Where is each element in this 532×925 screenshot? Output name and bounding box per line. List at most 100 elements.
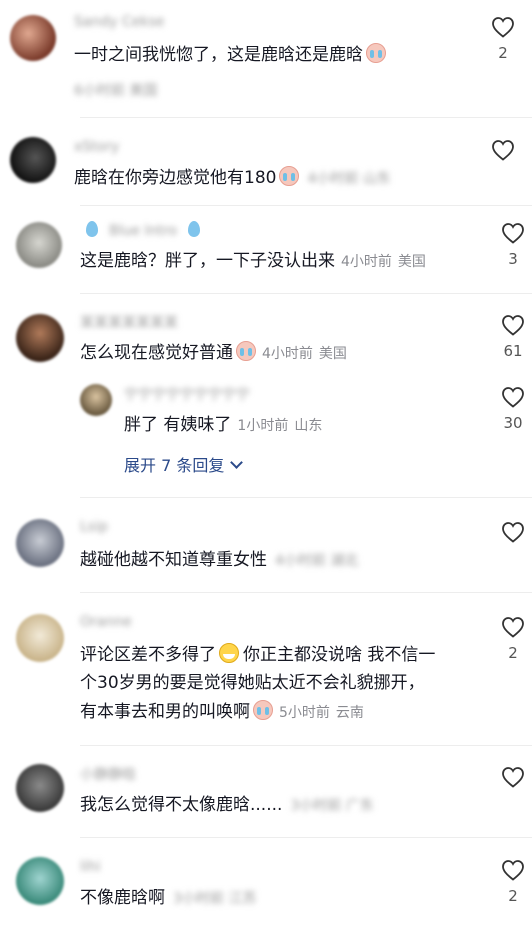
expand-label: 展开 7 条回复: [124, 456, 225, 475]
comment-8: lihi 不像鹿晗啊 3小时前 江苏 2: [0, 845, 532, 925]
heart-outline-icon: [492, 140, 514, 161]
like-count: 2: [498, 44, 508, 62]
crying-emoji-icon: [236, 341, 256, 361]
comment-body: 我怎么觉得不太像鹿晗......: [80, 795, 283, 815]
comment-text: 我怎么觉得不太像鹿晗...... 3小时前 广东: [80, 792, 374, 820]
crying-emoji-icon: [253, 700, 273, 720]
chevron-down-icon: [230, 456, 244, 469]
divider: [80, 205, 532, 206]
username-row: Blue Intro: [86, 220, 201, 239]
username[interactable]: xStory: [74, 139, 119, 155]
avatar[interactable]: [10, 15, 56, 61]
username[interactable]: Lsip: [80, 519, 108, 535]
droplet-icon: [86, 221, 98, 237]
comment-location: 云南: [335, 705, 364, 721]
like-button[interactable]: 61: [493, 314, 532, 360]
like-count: 30: [503, 414, 523, 432]
heart-outline-icon: [502, 387, 524, 408]
comment-text-line-1: 评论区差不多得了 你正主都没说啥 我不信一: [80, 642, 435, 669]
comment-3: Blue Intro 这是鹿晗？胖了，一下子没认出来 4小时前 美国 3: [0, 208, 532, 293]
reply-username[interactable]: 宁宁宁宁宁宁宁宁宁: [124, 384, 250, 404]
divider: [80, 592, 532, 593]
username[interactable]: Sandy Cekse: [74, 14, 164, 30]
reply-text: 胖了 有姨味了 1小时前 山东: [124, 412, 322, 440]
like-count: 61: [503, 342, 523, 360]
comment-location: 美国: [397, 254, 426, 270]
comment-text: 这是鹿晗？胖了，一下子没认出来 4小时前 美国: [80, 248, 426, 276]
crying-emoji-icon: [366, 43, 386, 63]
avatar[interactable]: [10, 137, 56, 183]
comment-7: 小静静晗 我怎么觉得不太像鹿晗...... 3小时前 广东: [0, 752, 532, 837]
comment-2: xStory 鹿晗在你旁边感觉他有180 4小时前 山东: [0, 125, 532, 205]
like-count: 2: [508, 644, 518, 662]
comment-text-line-3: 有本事去和男的叫唤啊 5小时前 云南: [80, 699, 364, 727]
avatar[interactable]: [16, 314, 64, 362]
comment-text: 不像鹿晗啊 3小时前 江苏: [80, 885, 256, 913]
comment-meta: 4小时前 山东: [307, 171, 391, 187]
comment-body: 评论区差不多得了: [80, 645, 216, 665]
username[interactable]: Oranne: [80, 614, 132, 630]
comment-body: 有本事去和男的叫唤啊: [80, 702, 250, 722]
comment-body: 一时之间我恍惚了，这是鹿晗还是鹿晗: [74, 45, 363, 65]
comment-meta: 3小时前 广东: [290, 798, 374, 814]
comment-4: 某某某某某某某 怎么现在感觉好普通 4小时前 美国 61 宁宁宁宁宁宁宁宁宁 胖了 …: [0, 300, 532, 495]
heart-outline-icon: [502, 617, 524, 638]
username[interactable]: lihi: [80, 859, 101, 875]
comment-meta: 4小时前 湖北: [275, 553, 359, 569]
comment-text: 越碰他越不知道尊重女性 4小时前 湖北: [80, 547, 358, 575]
username[interactable]: 小静静晗: [80, 764, 136, 784]
divider: [80, 293, 532, 294]
reply-like-button[interactable]: 30: [493, 386, 532, 432]
comment-body: 你正主都没说啥 我不信一: [243, 645, 436, 665]
droplet-icon: [188, 221, 201, 237]
heart-outline-icon: [492, 17, 514, 38]
like-button[interactable]: 3: [493, 222, 532, 268]
comment-5: Lsip 越碰他越不知道尊重女性 4小时前 湖北: [0, 505, 532, 590]
like-button[interactable]: [483, 139, 523, 161]
heart-outline-icon: [502, 860, 524, 881]
avatar[interactable]: [16, 519, 64, 567]
comment-time: 4小时前: [262, 346, 313, 362]
comment-text: 鹿晗在你旁边感觉他有180 4小时前 山东: [74, 165, 391, 193]
avatar[interactable]: [16, 222, 62, 268]
username[interactable]: 某某某某某某某: [80, 312, 178, 332]
grin-sweat-emoji-icon: [219, 643, 239, 663]
comment-body: 不像鹿晗啊: [80, 888, 165, 908]
comment-1: Sandy Cekse 一时之间我恍惚了，这是鹿晗还是鹿晗 6小时前 美国 2: [0, 0, 532, 115]
divider: [80, 837, 532, 838]
reply-time: 1小时前: [237, 418, 289, 434]
like-button[interactable]: 2: [493, 859, 532, 905]
comment-location: 美国: [318, 346, 347, 362]
expand-replies-link[interactable]: 展开 7 条回复: [124, 452, 244, 476]
reply-body: 胖了 有姨味了: [124, 415, 232, 435]
avatar[interactable]: [16, 614, 64, 662]
comment-time: 4小时前: [341, 254, 392, 270]
reply-avatar[interactable]: [80, 384, 112, 416]
username[interactable]: Blue Intro: [109, 223, 177, 239]
divider: [80, 497, 532, 498]
like-button[interactable]: 2: [493, 616, 532, 662]
like-count: 2: [508, 887, 518, 905]
like-button[interactable]: [493, 766, 532, 788]
heart-outline-icon: [502, 767, 524, 788]
comment-body: 怎么现在感觉好普通: [80, 343, 233, 363]
comment-text: 一时之间我恍惚了，这是鹿晗还是鹿晗: [74, 42, 386, 69]
comment-body: 鹿晗在你旁边感觉他有180: [74, 168, 277, 188]
crying-emoji-icon: [279, 166, 300, 186]
avatar[interactable]: [16, 764, 64, 812]
comment-text: 怎么现在感觉好普通 4小时前 美国: [80, 340, 347, 368]
heart-outline-icon: [502, 315, 524, 336]
comment-text-line-2: 个30岁男的要是觉得她贴太近不会礼貌挪开，: [80, 673, 425, 693]
comment-time: 5小时前: [279, 705, 330, 721]
reply-location: 山东: [294, 418, 323, 434]
like-button[interactable]: [493, 521, 532, 543]
heart-outline-icon: [502, 522, 524, 543]
heart-outline-icon: [502, 223, 524, 244]
divider: [80, 745, 532, 746]
comment-body: 这是鹿晗？胖了，一下子没认出来: [80, 251, 335, 271]
comment-meta: 3小时前 江苏: [173, 891, 257, 907]
like-button[interactable]: 2: [483, 16, 523, 62]
comment-body: 越碰他越不知道尊重女性: [80, 550, 267, 570]
divider: [80, 117, 532, 118]
avatar[interactable]: [16, 857, 64, 905]
